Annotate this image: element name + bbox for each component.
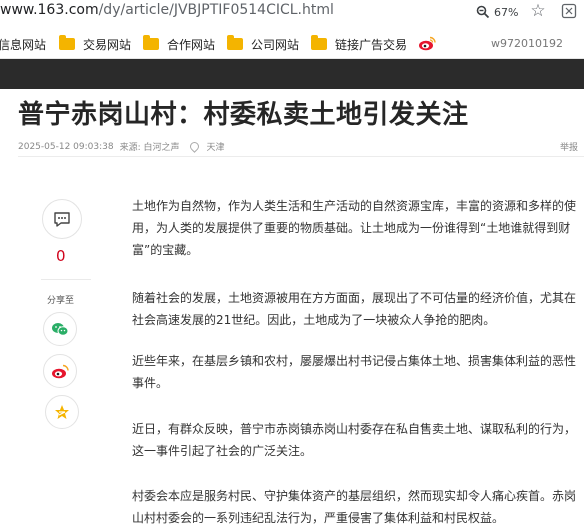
header-divider bbox=[18, 156, 584, 157]
bookmark-company-sites[interactable]: 公司网站 bbox=[227, 35, 299, 53]
weibo-icon bbox=[52, 364, 69, 378]
article-paragraph: 近日，有群众反映，普宁市赤岗镇赤岗山村委存在私自售卖土地、谋取私利的行为，这一事… bbox=[132, 422, 577, 458]
bookmark-partner-sites[interactable]: 合作网站 bbox=[143, 35, 215, 53]
folder-icon bbox=[311, 35, 327, 50]
bookmark-star-icon[interactable]: ☆ bbox=[528, 1, 548, 21]
bookmarks-bar: 信息网站 交易网站 合作网站 公司网站 链接广告交易 w972010192 bbox=[0, 28, 584, 59]
zoom-out-icon bbox=[476, 5, 490, 19]
bookmark-ad-trade[interactable]: 链接广告交易 bbox=[311, 35, 407, 53]
article-location: 天津 bbox=[206, 143, 225, 153]
article-paragraph: 村委会本应是服务村民、守护集体资产的基层组织，然而现实却令人痛心疾首。赤岗山村村… bbox=[132, 489, 577, 525]
article-paragraph: 土地作为自然物，作为人类生活和生产活动的自然资源宝库，丰富的资源和多样的使用，为… bbox=[132, 199, 577, 257]
weibo-icon[interactable] bbox=[418, 36, 436, 51]
comment-button[interactable] bbox=[42, 199, 82, 239]
share-label: 分享至 bbox=[47, 296, 75, 306]
zoom-indicator[interactable]: 67% bbox=[476, 3, 518, 21]
share-qzone-button[interactable] bbox=[45, 395, 79, 429]
article-source[interactable]: 来源: 白河之声 bbox=[120, 140, 180, 153]
url-text[interactable]: www.163.com/dy/article/JVBJPTIF0514CICL.… bbox=[0, 2, 334, 18]
article-title: 普宁赤岗山村：村委私卖土地引发关注 bbox=[18, 100, 469, 130]
location-pin-icon bbox=[187, 140, 201, 153]
article-meta: 2025-05-12 09:03:38 来源: 白河之声 天津 bbox=[18, 140, 225, 153]
report-link[interactable]: 举报 bbox=[560, 140, 578, 153]
zoom-level: 67% bbox=[494, 5, 519, 19]
comment-icon bbox=[54, 211, 70, 227]
user-account-label[interactable]: w972010192 bbox=[491, 37, 563, 50]
comment-count[interactable]: 0 bbox=[56, 247, 66, 265]
site-header-bar bbox=[0, 59, 584, 89]
publish-datetime: 2025-05-12 09:03:38 bbox=[18, 141, 114, 152]
wechat-icon bbox=[52, 322, 69, 336]
qzone-star-icon bbox=[55, 405, 69, 419]
share-weibo-button[interactable] bbox=[43, 354, 77, 388]
folder-icon bbox=[59, 35, 75, 50]
folder-icon bbox=[227, 35, 243, 50]
article-paragraph: 近些年来，在基层乡镇和农村，屡屡爆出村书记侵占集体土地、损害集体利益的恶性事件。 bbox=[132, 354, 577, 390]
address-bar[interactable]: www.163.com/dy/article/JVBJPTIF0514CICL.… bbox=[0, 0, 584, 24]
article-paragraph: 随着社会的发展，土地资源被用在方方面面，展现出了不可估量的经济价值，尤其在社会高… bbox=[132, 291, 577, 327]
bookmark-info-sites[interactable]: 信息网站 bbox=[0, 35, 46, 53]
share-divider bbox=[41, 279, 91, 280]
bookmark-trade-sites[interactable]: 交易网站 bbox=[59, 35, 131, 53]
tab-overview-icon[interactable] bbox=[561, 3, 577, 19]
share-wechat-button[interactable] bbox=[43, 312, 77, 346]
folder-icon bbox=[143, 35, 159, 50]
